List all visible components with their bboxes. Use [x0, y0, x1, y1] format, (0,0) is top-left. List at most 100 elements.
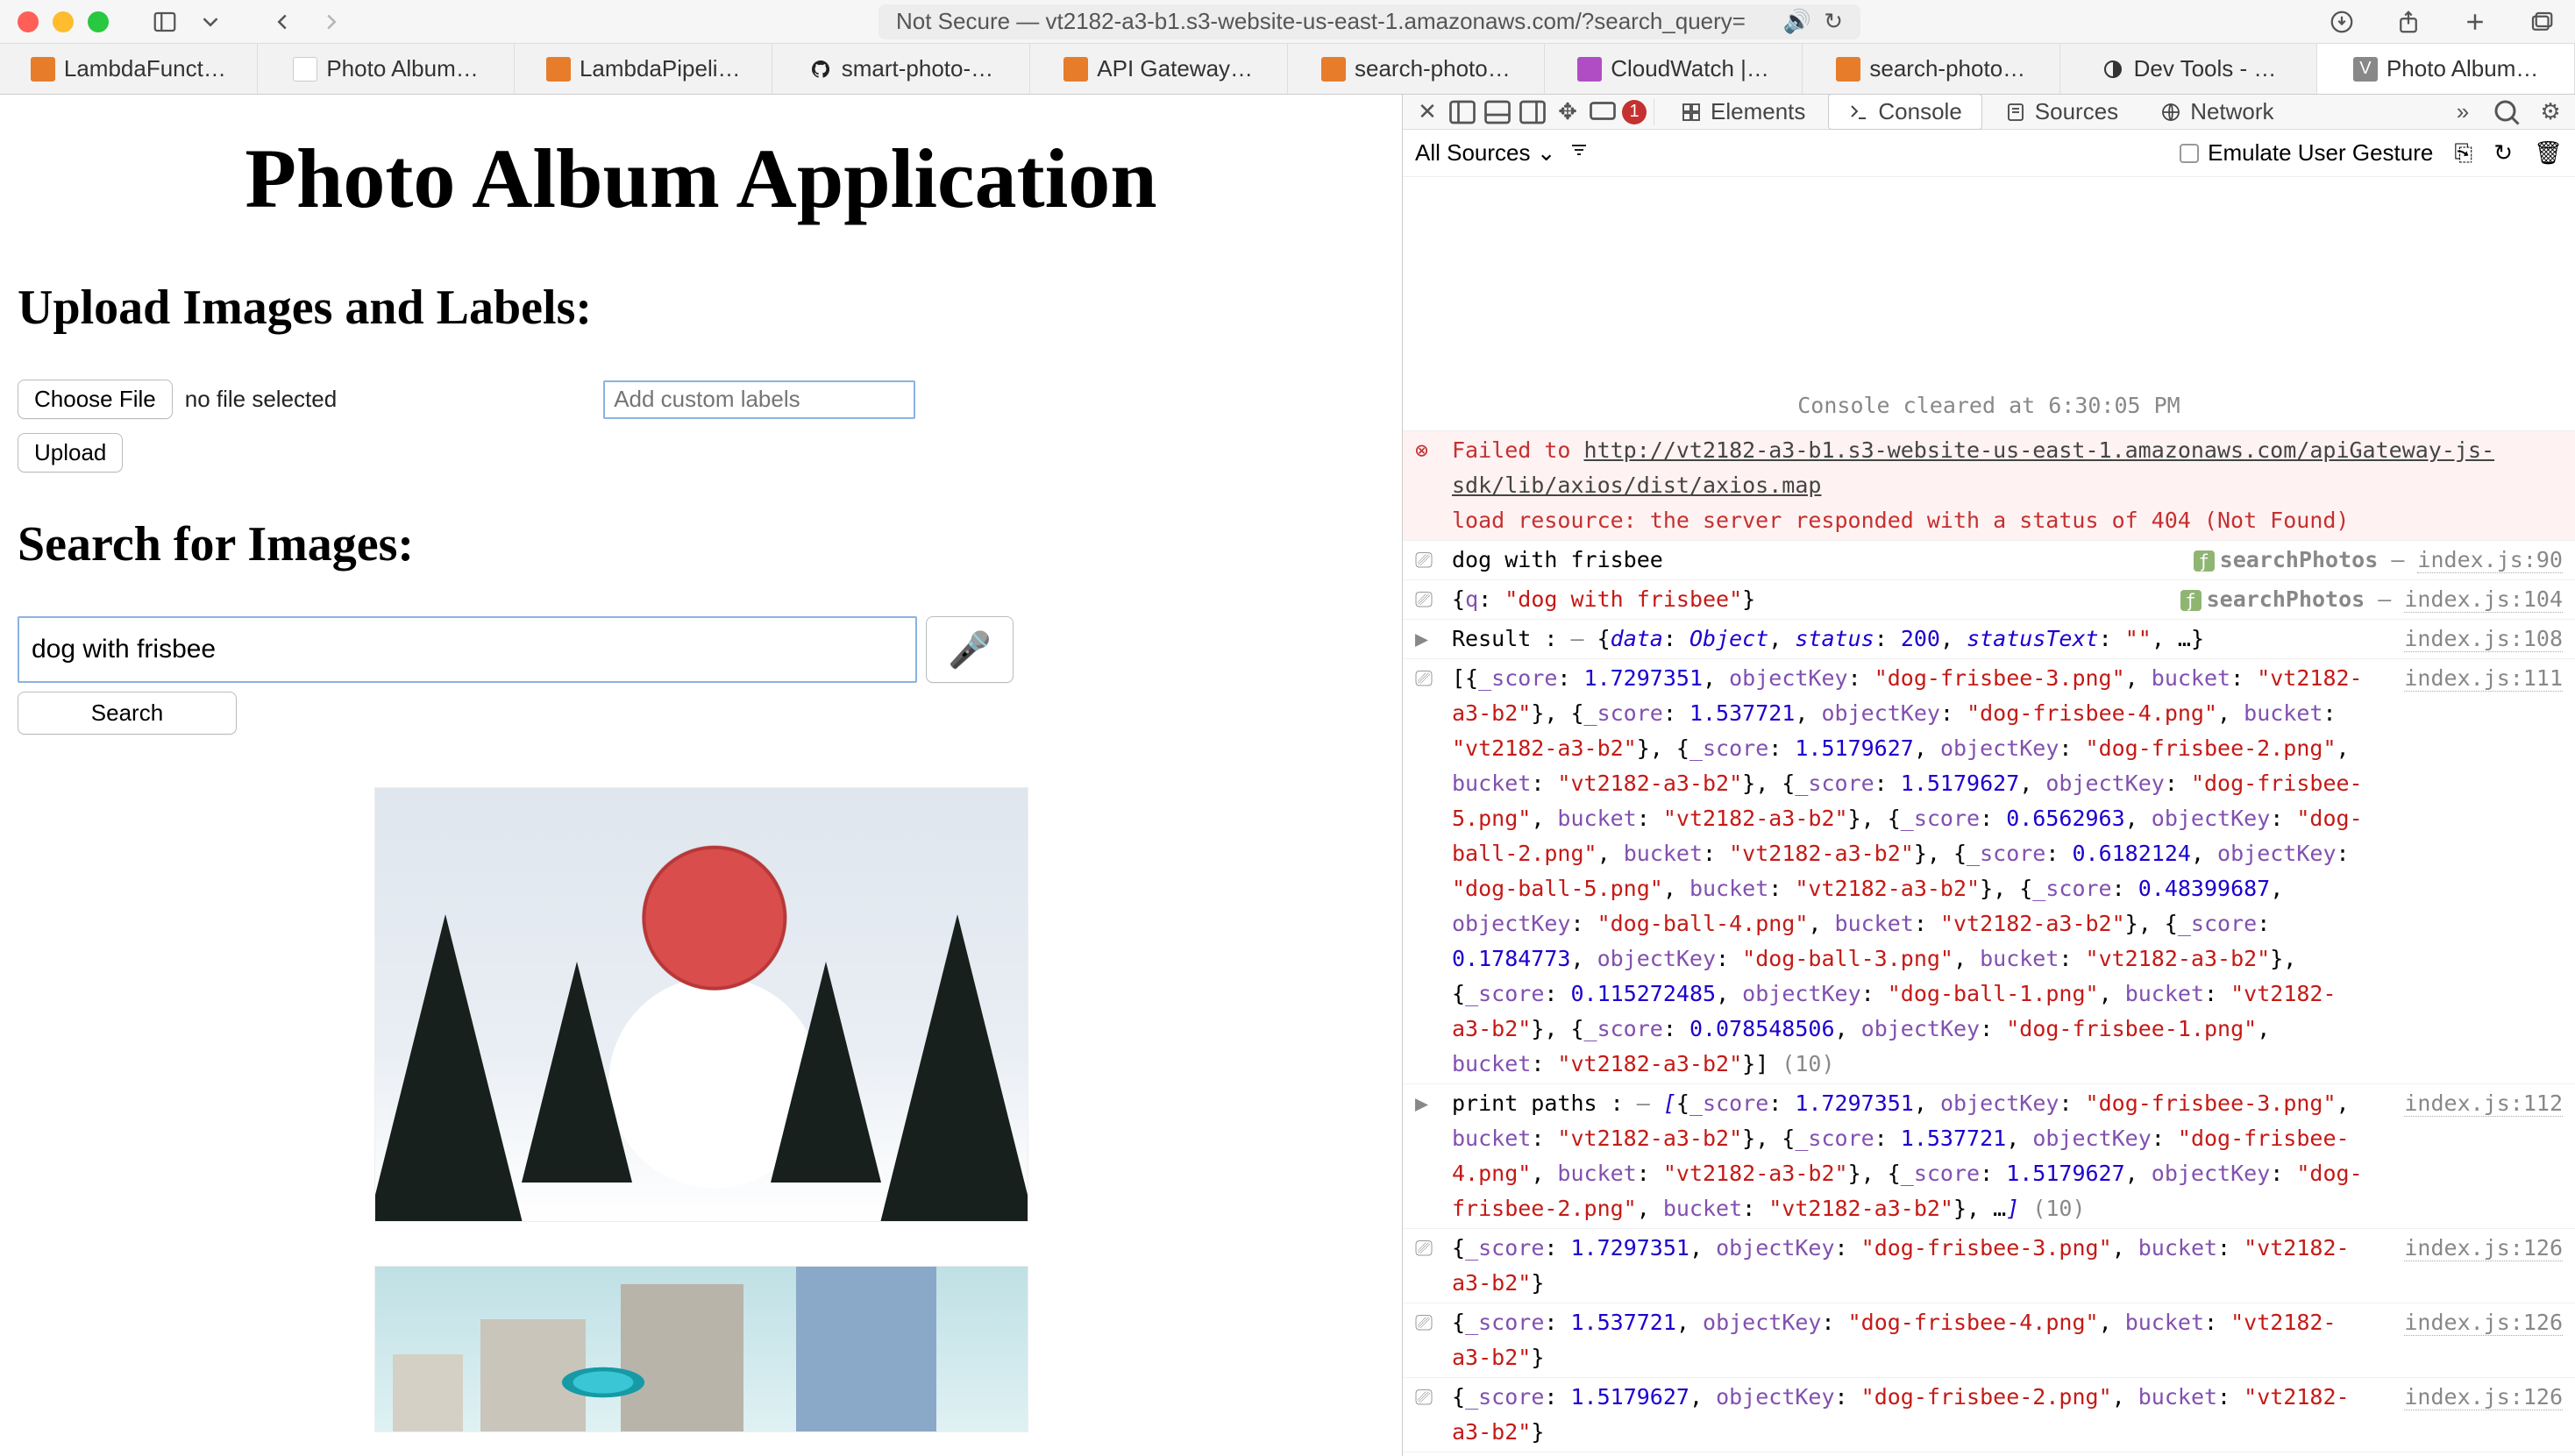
console-cleared-label: Console cleared at 6:30:05 PM	[1403, 177, 2575, 431]
error-icon: ⊗	[1415, 433, 1440, 538]
browser-tab[interactable]: Photo Album…	[258, 44, 516, 94]
result-image[interactable]	[374, 1266, 1028, 1432]
favicon-icon	[808, 57, 833, 82]
url-text: Not Secure — vt2182-a3-b1.s3-website-us-…	[896, 8, 1746, 35]
browser-tab[interactable]: LambdaFunct…	[0, 44, 258, 94]
browser-tab[interactable]: V Photo Album…	[2317, 44, 2575, 94]
audio-icon[interactable]: 🔊	[1783, 8, 1811, 35]
maximize-window-icon[interactable]	[88, 11, 109, 32]
mic-icon: 🎤	[948, 629, 992, 671]
all-sources-dropdown[interactable]: All Sources ⌄	[1415, 139, 1556, 167]
tab-elements[interactable]: Elements	[1661, 95, 1825, 129]
upload-heading: Upload Images and Labels:	[18, 280, 1384, 336]
clear-console-icon[interactable]: 🗑	[2534, 139, 2563, 167]
chevron-updown-icon: ⌄	[1537, 139, 1556, 166]
console-output[interactable]: Console cleared at 6:30:05 PM ⊗ Failed t…	[1403, 177, 2575, 1456]
log-source[interactable]: index.js:111	[2386, 661, 2563, 1082]
target-icon[interactable]: ✥	[1552, 96, 1583, 128]
search-icon[interactable]	[2491, 96, 2522, 128]
responsive-icon[interactable]	[1587, 96, 1618, 128]
tab-console[interactable]: Console	[1828, 94, 1981, 130]
minimize-window-icon[interactable]	[53, 11, 74, 32]
close-devtools-icon[interactable]: ✕	[1412, 96, 1443, 128]
emulate-checkbox[interactable]: Emulate User Gesture	[2180, 139, 2433, 167]
tab-label: LambdaFunct…	[64, 55, 226, 82]
browser-tab[interactable]: LambdaPipeli…	[515, 44, 772, 94]
browser-tab[interactable]: Dev Tools - …	[2060, 44, 2318, 94]
log-icon: ⎚	[1415, 1231, 1440, 1301]
favicon-icon	[1836, 57, 1860, 82]
log-source[interactable]: ƒsearchPhotos — index.js:90	[2176, 543, 2563, 578]
tab-network[interactable]: Network	[2141, 95, 2293, 129]
preserve-log-icon[interactable]: ⎘	[2454, 139, 2472, 167]
console-log-row: ⎚dog with frisbeeƒsearchPhotos — index.j…	[1403, 541, 2575, 580]
choose-file-button[interactable]: Choose File	[18, 380, 173, 419]
new-tab-icon[interactable]	[2459, 6, 2491, 38]
dock-bottom-icon[interactable]	[1482, 96, 1513, 128]
favicon-icon	[1063, 57, 1088, 82]
favicon-icon	[2101, 57, 2125, 82]
page-title: Photo Album Application	[18, 130, 1384, 227]
browser-tab[interactable]: API Gateway…	[1030, 44, 1288, 94]
disclosure-icon[interactable]: ▶	[1415, 1086, 1440, 1226]
result-image[interactable]	[374, 787, 1028, 1222]
mic-button[interactable]: 🎤	[926, 616, 1014, 683]
window-controls	[18, 11, 109, 32]
filter-icon[interactable]	[1568, 139, 1590, 167]
search-heading: Search for Images:	[18, 516, 1384, 572]
favicon-icon	[31, 57, 55, 82]
log-icon: ⎚	[1415, 1380, 1440, 1450]
log-icon: ⎚	[1415, 543, 1440, 578]
log-source[interactable]: index.js:108	[2386, 621, 2563, 657]
tab-label: search-photo…	[1869, 55, 2025, 82]
tab-strip: LambdaFunct… Photo Album… LambdaPipeli… sma…	[0, 44, 2575, 95]
console-error-row: ⊗ Failed to http://vt2182-a3-b1.s3-websi…	[1403, 431, 2575, 541]
log-source[interactable]: index.js:126	[2386, 1305, 2563, 1375]
disclosure-icon[interactable]: ▶	[1415, 621, 1440, 657]
error-count-badge[interactable]: 1	[1622, 100, 1647, 124]
clear-reload-icon[interactable]: ↻	[2493, 139, 2513, 167]
tab-label: Photo Album…	[2386, 55, 2538, 82]
log-icon: ⎚	[1415, 582, 1440, 617]
chevron-down-icon[interactable]	[195, 6, 226, 38]
browser-toolbar: Not Secure — vt2182-a3-b1.s3-website-us-…	[0, 0, 2575, 44]
browser-tab[interactable]: smart-photo-…	[772, 44, 1030, 94]
dock-right-icon[interactable]	[1517, 96, 1548, 128]
upload-button[interactable]: Upload	[18, 433, 123, 472]
downloads-icon[interactable]	[2326, 6, 2358, 38]
log-source[interactable]: ƒsearchPhotos — index.js:104	[2163, 582, 2563, 617]
dock-left-icon[interactable]	[1447, 96, 1478, 128]
console-log-row: ⎚{_score: 1.7297351, objectKey: "dog-fri…	[1403, 1229, 2575, 1303]
log-icon: ⎚	[1415, 1305, 1440, 1375]
browser-tab[interactable]: search-photo…	[1803, 44, 2060, 94]
browser-tab[interactable]: search-photo…	[1288, 44, 1546, 94]
log-source[interactable]: index.js:126	[2386, 1380, 2563, 1450]
console-log-row: ⎚{_score: 1.5179627, objectKey: "dog-fri…	[1403, 1378, 2575, 1452]
close-window-icon[interactable]	[18, 11, 39, 32]
favicon-icon: V	[2353, 57, 2378, 82]
back-icon[interactable]	[267, 6, 298, 38]
share-icon[interactable]	[2393, 6, 2424, 38]
gear-icon[interactable]: ⚙	[2535, 96, 2566, 128]
search-button[interactable]: Search	[18, 692, 237, 735]
tab-label: Dev Tools - …	[2134, 55, 2277, 82]
sidebar-icon[interactable]	[149, 6, 181, 38]
url-bar[interactable]: Not Secure — vt2182-a3-b1.s3-website-us-…	[878, 4, 1860, 39]
browser-tab[interactable]: CloudWatch |…	[1545, 44, 1803, 94]
log-source[interactable]: index.js:112	[2386, 1086, 2563, 1226]
error-url[interactable]: http://vt2182-a3-b1.s3-website-us-east-1…	[1452, 437, 2494, 498]
favicon-icon	[1577, 57, 1602, 82]
log-icon: ⎚	[1415, 661, 1440, 1082]
tab-label: API Gateway…	[1097, 55, 1253, 82]
console-toolbar: All Sources ⌄ Emulate User Gesture ⎘ ↻ 🗑	[1403, 130, 2575, 177]
tabs-overview-icon[interactable]	[2526, 6, 2557, 38]
search-input[interactable]	[18, 616, 917, 683]
log-source[interactable]: index.js:126	[2386, 1231, 2563, 1301]
more-tabs-icon[interactable]: »	[2447, 96, 2479, 128]
favicon-icon	[293, 57, 317, 82]
labels-input[interactable]	[603, 380, 915, 419]
forward-icon[interactable]	[316, 6, 347, 38]
tab-label: LambdaPipeli…	[580, 55, 741, 82]
reload-icon[interactable]: ↻	[1824, 8, 1843, 35]
tab-sources[interactable]: Sources	[1986, 95, 2138, 129]
